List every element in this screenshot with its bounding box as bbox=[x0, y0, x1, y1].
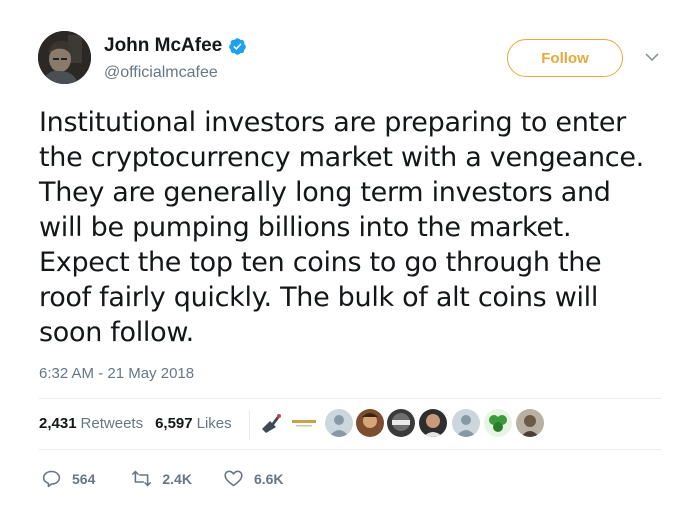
retweet-count: 2.4K bbox=[162, 470, 192, 487]
author-name-row[interactable]: John McAfee bbox=[104, 35, 247, 57]
retweets-label: Retweets bbox=[80, 415, 144, 432]
retweets-count: 2,431 bbox=[39, 415, 77, 432]
liker-avatar[interactable] bbox=[290, 409, 318, 437]
author-handle[interactable]: @officialmcafee bbox=[104, 64, 218, 82]
likes-stat[interactable]: 6,597 Likes bbox=[155, 415, 232, 432]
liker-avatar[interactable] bbox=[325, 409, 353, 437]
reply-button[interactable]: 564 bbox=[41, 468, 95, 489]
author-display-name[interactable]: John McAfee bbox=[104, 35, 222, 57]
tweet-timestamp[interactable]: 6:32 AM - 21 May 2018 bbox=[39, 365, 194, 382]
retweets-stat[interactable]: 2,431 Retweets bbox=[39, 415, 143, 432]
heart-icon bbox=[224, 470, 243, 487]
like-button[interactable]: 6.6K bbox=[223, 468, 284, 489]
liker-avatar[interactable] bbox=[516, 409, 544, 437]
likes-count: 6,597 bbox=[155, 415, 193, 432]
chevron-down-icon[interactable] bbox=[644, 51, 660, 63]
liker-avatar[interactable] bbox=[419, 409, 447, 437]
retweet-button[interactable]: 2.4K bbox=[131, 468, 192, 489]
verified-badge-icon bbox=[229, 37, 247, 55]
engagement-stats: 2,431 Retweets 6,597 Likes bbox=[39, 415, 232, 432]
follow-button[interactable]: Follow bbox=[507, 39, 623, 77]
retweet-icon bbox=[132, 470, 152, 487]
divider bbox=[39, 398, 661, 399]
likes-label: Likes bbox=[196, 415, 232, 432]
stats-separator bbox=[249, 410, 250, 440]
reply-count: 564 bbox=[72, 470, 96, 487]
tweet-card: John McAfee @officialmcafee Follow Insti… bbox=[0, 0, 700, 514]
author-avatar[interactable] bbox=[38, 31, 91, 84]
tweet-actions: 564 2.4K 6.6K bbox=[41, 468, 284, 489]
divider bbox=[39, 449, 661, 450]
profile-photo bbox=[38, 31, 91, 84]
tweet-text: Institutional investors are preparing to… bbox=[39, 107, 644, 348]
reply-icon bbox=[42, 470, 61, 488]
like-count: 6.6K bbox=[253, 470, 284, 487]
liker-avatar[interactable] bbox=[356, 409, 384, 437]
liker-avatar[interactable] bbox=[452, 409, 480, 437]
liker-avatar[interactable] bbox=[387, 409, 415, 437]
liker-avatar[interactable] bbox=[258, 409, 286, 437]
liker-avatar[interactable] bbox=[484, 409, 512, 437]
